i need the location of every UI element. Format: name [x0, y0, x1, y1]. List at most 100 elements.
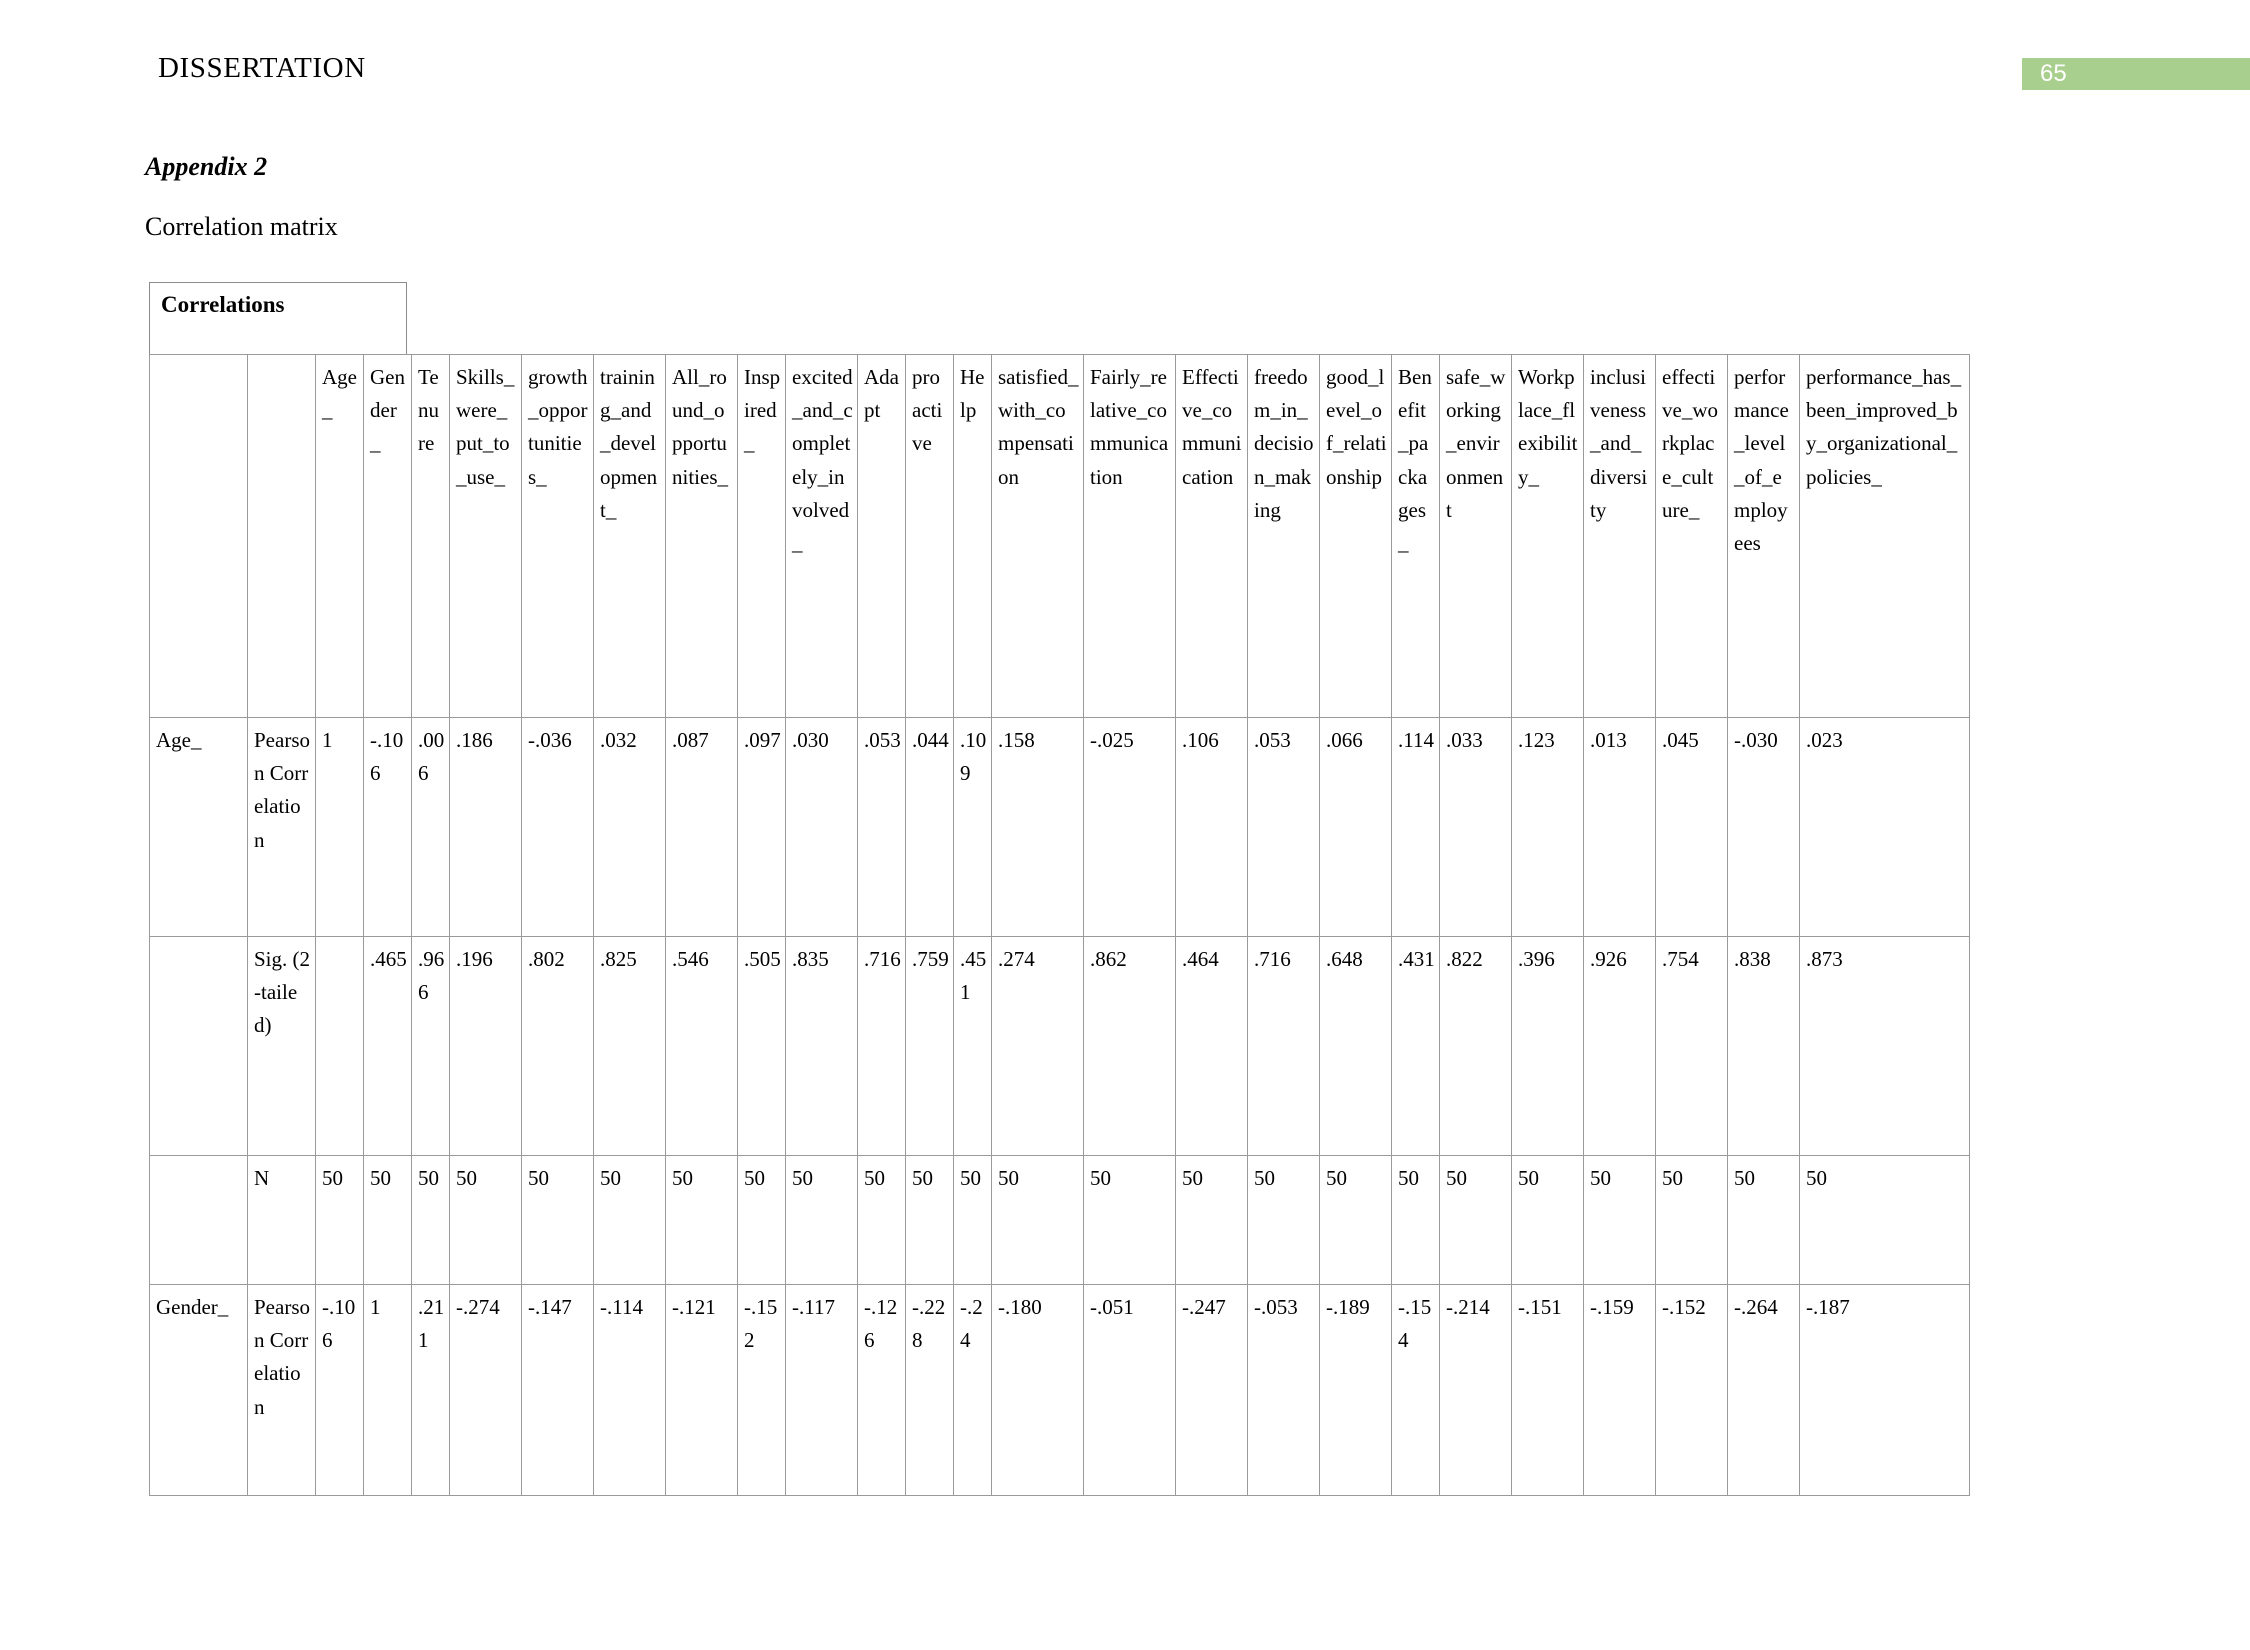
data-cell: 50 [737, 1155, 786, 1285]
table-row: N 50 50 50 50 50 50 50 50 50 50 50 50 50 50 50 50 50 50 50 5… [149, 1155, 1970, 1285]
data-cell: 50 [1319, 1155, 1392, 1285]
data-cell: .066 [1319, 717, 1392, 937]
data-cell: 50 [449, 1155, 522, 1285]
data-cell: -.151 [1511, 1284, 1584, 1496]
data-cell: .211 [411, 1284, 450, 1496]
data-cell: 1 [363, 1284, 412, 1496]
data-cell: -.189 [1319, 1284, 1392, 1496]
column-header: good_level_of_relationship [1319, 354, 1392, 718]
column-header: excited_and_completely_involved_ [785, 354, 858, 718]
column-header: Benefit_packages_ [1391, 354, 1440, 718]
table-body: Age_ Pearson Correlation 1 -.106.006.186 -.0… [149, 717, 1970, 1496]
data-cell: 50 [411, 1155, 450, 1285]
section-heading: Correlation matrix [145, 212, 338, 241]
data-cell: .097 [737, 717, 786, 937]
data-cell: 50 [1727, 1155, 1800, 1285]
data-cell: .838 [1727, 936, 1800, 1156]
data-cell: 50 [1175, 1155, 1248, 1285]
data-cell: .006 [411, 717, 450, 937]
data-cell: .716 [857, 936, 906, 1156]
data-cell: .106 [1175, 717, 1248, 937]
column-header: Gender_ [363, 354, 412, 718]
data-cell: -.053 [1247, 1284, 1320, 1496]
column-header: All_round_opportunities_ [665, 354, 738, 718]
data-cell: 1 [315, 717, 364, 937]
data-cell: .716 [1247, 936, 1320, 1156]
data-cell: .053 [1247, 717, 1320, 937]
data-cell: -.187 [1799, 1284, 1970, 1496]
column-header: Adapt [857, 354, 906, 718]
data-cell: .822 [1439, 936, 1512, 1156]
column-header: Age_ [315, 354, 364, 718]
data-cell: .044 [905, 717, 954, 937]
data-cell: -.030 [1727, 717, 1800, 937]
column-header: growth_opportunities_ [521, 354, 594, 718]
data-cell: .802 [521, 936, 594, 1156]
data-cell: .196 [449, 936, 522, 1156]
data-cell: -.154 [1391, 1284, 1440, 1496]
column-header: Tenure [411, 354, 450, 718]
data-cell: -.274 [449, 1284, 522, 1496]
row-statistic-label: Pearson Correlation [247, 717, 316, 937]
data-cell: -.152 [1655, 1284, 1728, 1496]
data-cell: 50 [905, 1155, 954, 1285]
data-cell: .123 [1511, 717, 1584, 937]
data-cell: -.147 [521, 1284, 594, 1496]
data-cell: .464 [1175, 936, 1248, 1156]
data-cell: .087 [665, 717, 738, 937]
data-cell: .023 [1799, 717, 1970, 937]
data-cell: -.24 [953, 1284, 992, 1496]
column-header: Help [953, 354, 992, 718]
column-header: performance_level_of_employees [1727, 354, 1800, 718]
data-cell: .759 [905, 936, 954, 1156]
column-header: freedom_in_decision_making [1247, 354, 1320, 718]
row-statistic-label: Sig. (2-tailed) [247, 936, 316, 1156]
data-cell: .926 [1583, 936, 1656, 1156]
data-cell [315, 936, 364, 1156]
data-cell: -.106 [363, 717, 412, 937]
column-header: Effective_communication [1175, 354, 1248, 718]
data-cell: .114 [1391, 717, 1440, 937]
table-row: Sig. (2-tailed) .465.966.196.802.825.546.… [149, 936, 1970, 1156]
data-cell: 50 [521, 1155, 594, 1285]
running-head: DISSERTATION [158, 52, 366, 84]
data-cell: -.159 [1583, 1284, 1656, 1496]
row-variable-label: Age_ [149, 717, 248, 937]
data-cell: -.117 [785, 1284, 858, 1496]
data-cell: -.214 [1439, 1284, 1512, 1496]
data-cell: .825 [593, 936, 666, 1156]
data-cell: -.051 [1083, 1284, 1176, 1496]
appendix-heading: Appendix 2 [145, 152, 268, 181]
data-cell: .053 [857, 717, 906, 937]
data-cell: 50 [1799, 1155, 1970, 1285]
table-row: Age_ Pearson Correlation 1 -.106.006.186 -.0… [149, 717, 1970, 937]
column-header: Workplace_flexibility_ [1511, 354, 1584, 718]
data-cell: -.126 [857, 1284, 906, 1496]
column-header: Skills_were_put_to_use_ [449, 354, 522, 718]
row-statistic-label: N [247, 1155, 316, 1285]
column-header: safe_working_environment [1439, 354, 1512, 718]
data-cell: -.121 [665, 1284, 738, 1496]
data-cell: -.228 [905, 1284, 954, 1496]
column-header: effective_workplace_culture_ [1655, 354, 1728, 718]
data-cell: .835 [785, 936, 858, 1156]
data-cell: 50 [1511, 1155, 1584, 1285]
column-header: inclusiveness_and_diversity [1583, 354, 1656, 718]
data-cell: -.106 [315, 1284, 364, 1496]
data-cell: .648 [1319, 936, 1392, 1156]
data-cell: .431 [1391, 936, 1440, 1156]
data-cell: .158 [991, 717, 1084, 937]
column-header: performance_has_been_improved_by_organiz… [1799, 354, 1970, 718]
row-statistic-label: Pearson Correlation [247, 1284, 316, 1496]
data-cell: -.247 [1175, 1284, 1248, 1496]
data-cell: .546 [665, 936, 738, 1156]
data-cell: -.036 [521, 717, 594, 937]
column-header: satisfied_with_compensation [991, 354, 1084, 718]
data-cell: .045 [1655, 717, 1728, 937]
page-number-badge: 65 [2022, 58, 2250, 90]
header-row: Age_ Gender_ Tenure Skills_were_put_to_u… [149, 354, 1970, 718]
data-cell: .109 [953, 717, 992, 937]
data-cell: .873 [1799, 936, 1970, 1156]
table-header: Age_ Gender_ Tenure Skills_were_put_to_u… [149, 354, 1970, 718]
data-cell: .754 [1655, 936, 1728, 1156]
